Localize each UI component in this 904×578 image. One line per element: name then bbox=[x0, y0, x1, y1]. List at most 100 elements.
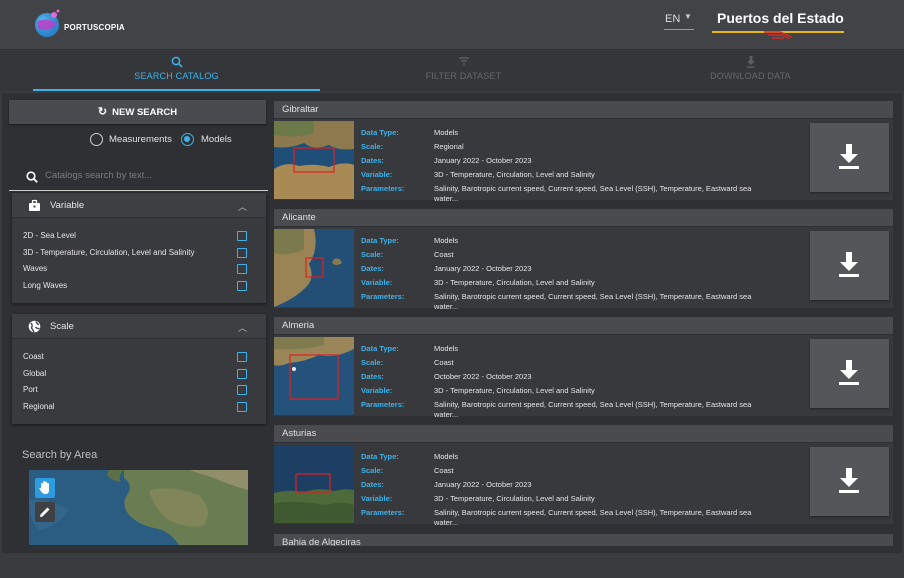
result-title[interactable]: Alicante bbox=[274, 209, 893, 226]
top-bar: PORTUSCOPIA EN ▼ Puertos del Estado bbox=[0, 0, 904, 50]
variable-option-label: 3D - Temperature, Circulation, Level and… bbox=[23, 248, 195, 257]
field-label: Dates: bbox=[361, 264, 384, 273]
field-value-variable: 3D - Temperature, Circulation, Level and… bbox=[434, 278, 595, 287]
filter-icon bbox=[320, 51, 607, 69]
field-label: Variable: bbox=[361, 386, 393, 395]
radio-label: Measurements bbox=[109, 134, 172, 145]
variable-option-checkbox[interactable] bbox=[237, 248, 247, 258]
field-label: Scale: bbox=[361, 358, 384, 367]
result-title[interactable]: Asturias bbox=[274, 425, 893, 442]
download-button[interactable] bbox=[810, 123, 889, 192]
result-thumbnail-map[interactable] bbox=[274, 229, 354, 307]
area-selection-map[interactable] bbox=[29, 470, 248, 545]
scale-panel-title: Scale bbox=[50, 321, 74, 332]
brand-waves-icon bbox=[764, 31, 793, 40]
field-value-dates: January 2022 - October 2023 bbox=[434, 156, 532, 165]
result-title[interactable]: Bahia de Algeciras bbox=[274, 534, 893, 546]
field-value-data-type: Models bbox=[434, 128, 459, 137]
scale-option-checkbox[interactable] bbox=[237, 369, 247, 379]
field-label: Data Type: bbox=[361, 344, 399, 353]
field-value-parameters: Salinity, Barotropic current speed, Curr… bbox=[434, 292, 752, 311]
variable-option-label: Long Waves bbox=[23, 281, 68, 290]
active-tab-indicator bbox=[33, 89, 320, 91]
puertos-del-estado-logo[interactable]: Puertos del Estado bbox=[712, 9, 844, 41]
download-button[interactable] bbox=[810, 447, 889, 516]
result-title[interactable]: Gibraltar bbox=[274, 101, 893, 118]
field-value-data-type: Models bbox=[434, 452, 459, 461]
pencil-icon bbox=[40, 507, 50, 517]
field-value-variable: 3D - Temperature, Circulation, Level and… bbox=[434, 494, 595, 503]
download-icon bbox=[607, 51, 894, 69]
variable-option-checkbox[interactable] bbox=[237, 281, 247, 291]
language-select[interactable]: EN ▼ bbox=[664, 10, 694, 30]
field-value-parameters: Salinity, Barotropic current speed, Curr… bbox=[434, 508, 752, 527]
download-button[interactable] bbox=[810, 339, 889, 408]
field-label: Data Type: bbox=[361, 128, 399, 137]
scale-option-label: Regional bbox=[23, 402, 55, 411]
scale-filter-panel: Scale ︿ Coast Global Port Regional bbox=[12, 314, 266, 424]
tab-search-catalog[interactable]: SEARCH CATALOG bbox=[33, 51, 320, 91]
variable-option-checkbox[interactable] bbox=[237, 231, 247, 241]
chevron-up-icon[interactable]: ︿ bbox=[238, 321, 247, 334]
tab-label: DOWNLOAD DATA bbox=[710, 71, 791, 81]
download-icon bbox=[839, 252, 859, 277]
result-thumbnail-map[interactable] bbox=[274, 337, 354, 415]
main-tabs: SEARCH CATALOG FILTER DATASET DOWNLOAD D… bbox=[0, 51, 904, 91]
field-label: Dates: bbox=[361, 156, 384, 165]
radio-label: Models bbox=[201, 134, 232, 145]
download-icon bbox=[839, 360, 859, 385]
scale-option-checkbox[interactable] bbox=[237, 352, 247, 362]
tab-label: FILTER DATASET bbox=[425, 71, 502, 81]
tab-filter-dataset[interactable]: FILTER DATASET bbox=[320, 51, 607, 91]
scale-option-checkbox[interactable] bbox=[237, 385, 247, 395]
field-value-parameters: Salinity, Barotropic current speed, Curr… bbox=[434, 400, 752, 419]
briefcase-icon bbox=[29, 199, 40, 211]
result-card: Data Type: Models Scale: Regional Dates: Janu… bbox=[274, 119, 893, 203]
field-value-parameters: Salinity, Barotropic current speed, Curr… bbox=[434, 184, 752, 203]
field-label: Data Type: bbox=[361, 452, 399, 461]
result-thumbnail-map[interactable] bbox=[274, 445, 354, 523]
result-thumbnail-map[interactable] bbox=[274, 121, 354, 199]
scale-option-label: Coast bbox=[23, 352, 44, 361]
catalog-search-field[interactable] bbox=[9, 162, 268, 191]
satellite-map-image bbox=[29, 470, 248, 545]
result-title[interactable]: Almeria bbox=[274, 317, 893, 334]
hand-icon bbox=[39, 481, 49, 494]
field-label: Data Type: bbox=[361, 236, 399, 245]
tab-download-data[interactable]: DOWNLOAD DATA bbox=[607, 51, 894, 91]
download-icon bbox=[839, 144, 859, 169]
search-by-area-title: Search by Area bbox=[22, 449, 98, 461]
result-card: Data Type: Models Scale: Coast Dates: January… bbox=[274, 227, 893, 311]
field-value-dates: January 2022 - October 2023 bbox=[434, 480, 532, 489]
field-label: Scale: bbox=[361, 142, 384, 151]
download-button[interactable] bbox=[810, 231, 889, 300]
field-value-variable: 3D - Temperature, Circulation, Level and… bbox=[434, 170, 595, 179]
scale-panel-header[interactable]: Scale ︿ bbox=[12, 314, 266, 339]
scale-option-label: Port bbox=[23, 385, 38, 394]
pan-hand-button[interactable] bbox=[35, 478, 55, 498]
field-label: Dates: bbox=[361, 372, 384, 381]
result-card: Data Type: Models Scale: Coast Dates: October… bbox=[274, 335, 893, 419]
variable-option-label: 2D - Sea Level bbox=[23, 231, 76, 240]
new-search-button[interactable]: ↻ NEW SEARCH bbox=[9, 100, 266, 124]
search-icon bbox=[33, 51, 320, 69]
field-value-variable: 3D - Temperature, Circulation, Level and… bbox=[434, 386, 595, 395]
draw-area-button[interactable] bbox=[35, 502, 55, 522]
variable-filter-panel: Variable ︿ 2D - Sea Level 3D - Temperatu… bbox=[12, 193, 266, 303]
catalog-search-input[interactable] bbox=[45, 166, 260, 184]
radio-button[interactable] bbox=[181, 133, 194, 146]
scale-option-checkbox[interactable] bbox=[237, 402, 247, 412]
field-value-dates: October 2022 - October 2023 bbox=[434, 372, 532, 381]
field-value-scale: Coast bbox=[434, 358, 454, 367]
field-label: Parameters: bbox=[361, 508, 405, 517]
field-label: Parameters: bbox=[361, 292, 405, 301]
variable-option-checkbox[interactable] bbox=[237, 264, 247, 274]
variable-panel-title: Variable bbox=[50, 200, 85, 211]
variable-panel-header[interactable]: Variable ︿ bbox=[12, 193, 266, 218]
radio-button[interactable] bbox=[90, 133, 103, 146]
globe-icon bbox=[28, 320, 41, 333]
caret-down-icon: ▼ bbox=[684, 12, 692, 21]
search-icon bbox=[26, 171, 38, 183]
chevron-up-icon[interactable]: ︿ bbox=[238, 200, 247, 213]
field-value-scale: Coast bbox=[434, 466, 454, 475]
